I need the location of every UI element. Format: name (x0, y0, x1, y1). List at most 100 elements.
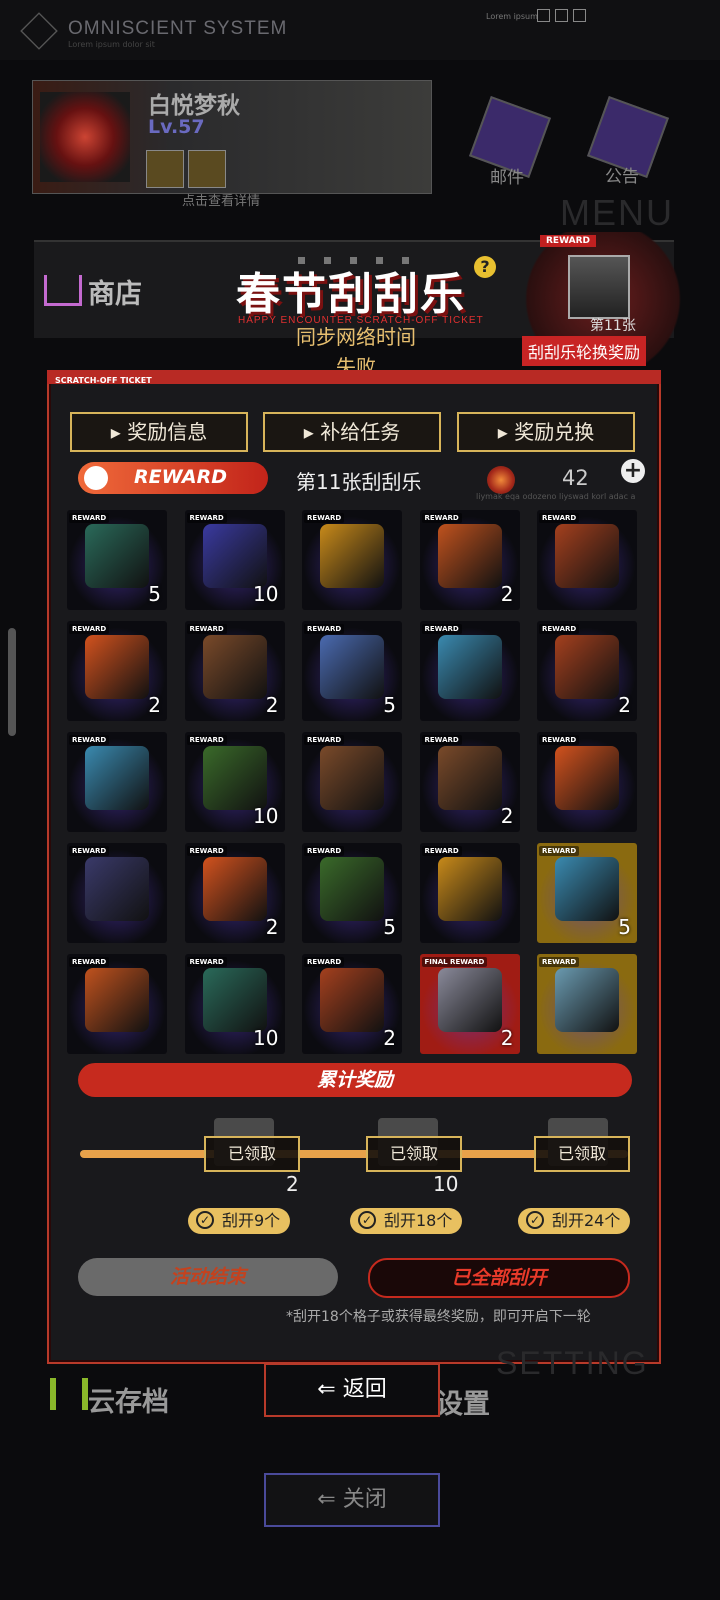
reward-cell[interactable]: REWARD 5 (537, 843, 637, 943)
all-scratched-button[interactable]: 已全部刮开 (368, 1258, 630, 1298)
reward-cell[interactable]: REWARD 10 (184, 510, 285, 610)
shop-label[interactable]: 商店 (88, 272, 142, 311)
reward-cell[interactable]: REWARD 5 (302, 843, 402, 943)
avatar (40, 92, 130, 182)
reward-cell[interactable]: REWARD 10 (184, 732, 285, 832)
milestone-1-count: 2 (286, 1172, 299, 1196)
reward-grid: REWARD 5 REWARD 10 REWARD REWARD 2 REWARD REWARD… (67, 510, 647, 1056)
reward-badge-icon (84, 466, 108, 490)
reward-cell[interactable]: REWARD (419, 843, 520, 943)
help-icon[interactable]: ? (474, 256, 496, 278)
reward-count: 2 (265, 693, 279, 717)
reward-count: 2 (265, 915, 279, 939)
firecracker-icon (555, 635, 619, 699)
event-ended-button[interactable]: 活动结束 (78, 1258, 338, 1296)
reward-count: 5 (383, 693, 396, 717)
reward-tag: REWARD (304, 513, 345, 523)
reward-cell[interactable]: REWARD (67, 732, 167, 832)
milestone-1-claimed-button[interactable]: 已领取 (204, 1136, 300, 1172)
hologram-mask-icon (85, 524, 149, 588)
menu-ghost-text: MENU (560, 192, 674, 233)
reward-cell[interactable]: REWARD (67, 843, 167, 943)
pyramid-chip-icon (320, 857, 384, 921)
reward-tag: REWARD (186, 735, 227, 745)
reward-cell[interactable]: REWARD 5 (67, 510, 167, 610)
data-card-icon (202, 524, 267, 588)
window-box-icon (555, 9, 568, 22)
mail-label[interactable]: 邮件 (490, 163, 524, 188)
reward-tag: REWARD (539, 624, 580, 634)
check-icon: ✓ (526, 1211, 544, 1229)
side-scroll-handle[interactable] (8, 628, 16, 736)
reward-cell[interactable]: REWARD (537, 954, 637, 1054)
reward-count: 10 (253, 582, 279, 606)
milestone-3-claimed-button[interactable]: 已领取 (534, 1136, 630, 1172)
reward-cell[interactable]: REWARD 2 (419, 732, 520, 832)
reward-cell[interactable]: REWARD (302, 732, 402, 832)
reward-cell[interactable]: FINAL REWARD 2 (419, 954, 520, 1054)
rotation-reward-tag: REWARD (540, 235, 596, 247)
dumpling-crate-icon (437, 746, 502, 810)
core-ring-icon (555, 857, 619, 921)
rotation-reward-item-icon (568, 255, 630, 319)
rotation-reward-label[interactable]: 刮刮乐轮换奖励 (522, 336, 647, 366)
milestone-1-condition: ✓ 刮开9个 (188, 1208, 291, 1234)
cloud-save-icon (50, 1378, 88, 1410)
reward-tag: REWARD (421, 624, 462, 634)
reward-cell[interactable]: REWARD (537, 510, 637, 610)
tab-label: 奖励信息 (127, 420, 208, 444)
reward-tag: REWARD (304, 735, 345, 745)
reward-cell[interactable]: REWARD 5 (302, 621, 402, 721)
panel-header-tag: SCRATCH-OFF TICKET (55, 376, 152, 385)
back-button[interactable]: ⇐ 返回 (264, 1363, 440, 1417)
reward-count: 5 (383, 915, 396, 939)
dumpling-crate-icon (202, 635, 267, 699)
notice-label[interactable]: 公告 (605, 162, 639, 187)
reward-cell[interactable]: REWARD 2 (302, 954, 402, 1054)
cloud-save-label[interactable]: 云存档 (88, 1380, 169, 1419)
tab-reward-info[interactable]: ▸ 奖励信息 (70, 412, 248, 452)
close-button[interactable]: ⇐ 关闭 (264, 1473, 440, 1527)
reward-cell[interactable]: REWARD 2 (184, 843, 285, 943)
reward-count: 2 (618, 693, 631, 717)
reward-tag: REWARD (69, 957, 110, 967)
dumpling-crate-icon (320, 746, 384, 810)
hologram-mask-icon (202, 968, 267, 1032)
reward-cell[interactable]: REWARD (419, 621, 520, 721)
reward-count: 2 (500, 804, 514, 828)
reward-count: 2 (500, 582, 514, 606)
reward-tag: REWARD (304, 624, 345, 634)
milestone-2-claimed-button[interactable]: 已领取 (366, 1136, 462, 1172)
window-box-icon (573, 9, 586, 22)
firecracker-icon (320, 968, 384, 1032)
reward-cell[interactable]: REWARD 2 (184, 621, 285, 721)
check-icon: ✓ (196, 1211, 214, 1229)
reward-count: 10 (253, 1026, 279, 1050)
add-currency-button[interactable]: + (621, 459, 645, 483)
reward-tag: REWARD (539, 513, 580, 523)
reward-cell[interactable]: REWARD (302, 510, 402, 610)
badge-icon (188, 150, 226, 188)
reward-cell[interactable]: REWARD 2 (537, 621, 637, 721)
tab-supply-tasks[interactable]: ▸ 补给任务 (263, 412, 441, 452)
reward-tag: REWARD (539, 846, 580, 856)
supply-pack-icon (85, 968, 149, 1032)
core-ring-icon (437, 635, 502, 699)
reward-tag: FINAL REWARD (421, 957, 488, 967)
reward-cell[interactable]: REWARD (537, 732, 637, 832)
reward-tag: REWARD (69, 624, 110, 634)
currency-value: 42 (562, 466, 589, 490)
reward-count: 5 (618, 915, 631, 939)
red-envelopes-icon (202, 857, 267, 921)
reward-tag: REWARD (421, 513, 462, 523)
setting-label[interactable]: 设置 (436, 1382, 490, 1421)
reward-cell[interactable]: REWARD 2 (419, 510, 520, 610)
milestone-2-condition: ✓ 刮开18个 (350, 1208, 463, 1234)
reward-tag: REWARD (304, 957, 345, 967)
reward-tag: REWARD (186, 846, 227, 856)
reward-cell[interactable]: REWARD 2 (67, 621, 167, 721)
reward-cell[interactable]: REWARD (67, 954, 167, 1054)
reward-cell[interactable]: REWARD 10 (184, 954, 285, 1054)
tab-reward-exchange[interactable]: ▸ 奖励兑换 (457, 412, 635, 452)
mystery-box-icon (437, 857, 502, 921)
